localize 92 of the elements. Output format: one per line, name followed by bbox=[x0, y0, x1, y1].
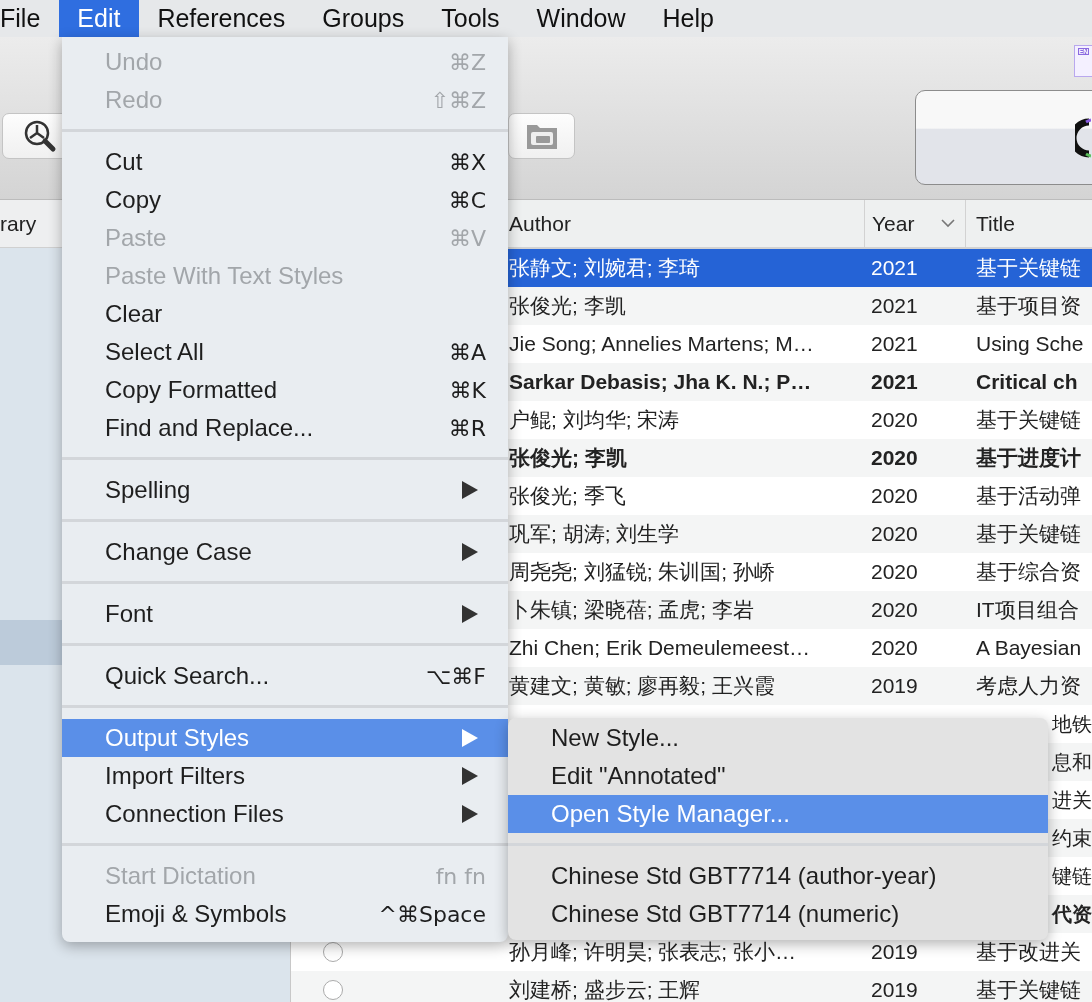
table-cell: Zhi Chen; Erik Demeulemeest… bbox=[509, 636, 811, 659]
menu-title[interactable]: Help bbox=[644, 0, 733, 37]
table-cell: A Bayesian bbox=[976, 636, 1082, 659]
table-cell: 基于活动弹 bbox=[976, 484, 1081, 507]
table-cell: Critical ch bbox=[976, 370, 1078, 393]
table-cell: Using Sche bbox=[976, 332, 1084, 355]
folder-button[interactable] bbox=[508, 113, 575, 159]
table-cell: 2019 bbox=[871, 674, 918, 697]
chevron-down-icon bbox=[941, 219, 955, 228]
shortcut-label: ⌘R bbox=[448, 415, 486, 441]
table-cell: 代资 bbox=[1052, 902, 1092, 925]
ring-icon bbox=[1075, 117, 1091, 158]
menu-title[interactable]: References bbox=[138, 0, 304, 37]
table-cell: 进关 bbox=[1052, 788, 1092, 811]
submenu-arrow-icon bbox=[462, 605, 478, 623]
table-cell: 2021 bbox=[871, 256, 918, 279]
shortcut-label: ⇧⌘Z bbox=[430, 87, 486, 113]
shortcut-label: ⌘A bbox=[448, 339, 486, 365]
table-cell: 地铁 bbox=[1052, 712, 1092, 735]
table-cell: 孙月峰; 许明昊; 张表志; 张小… bbox=[509, 940, 796, 963]
table-cell: 基于改进关 bbox=[976, 940, 1081, 963]
table-cell: 卜朱镇; 梁晓蓓; 孟虎; 李岩 bbox=[509, 598, 754, 621]
menu-item[interactable]: New Style... bbox=[508, 719, 1048, 757]
submenu-arrow-icon bbox=[462, 767, 478, 785]
table-cell: 2020 bbox=[871, 560, 918, 583]
menu-item[interactable]: Import Filters bbox=[62, 757, 508, 795]
shortcut-label: ⌘V bbox=[448, 225, 486, 251]
menu-item[interactable]: Edit "Annotated" bbox=[508, 757, 1048, 795]
table-cell: 2021 bbox=[871, 332, 918, 355]
menu-title[interactable]: Tools bbox=[422, 0, 519, 37]
table-cell: 考虑人力资 bbox=[976, 674, 1081, 697]
table-cell: Jie Song; Annelies Martens; M… bbox=[509, 332, 814, 355]
table-cell: 基于综合资 bbox=[976, 560, 1081, 583]
menu-title[interactable]: Groups bbox=[303, 0, 423, 37]
sidebar-title: rary bbox=[0, 211, 37, 236]
table-cell: 巩军; 胡涛; 刘生学 bbox=[509, 522, 680, 545]
table-cell: 刘建桥; 盛步云; 王辉 bbox=[509, 978, 701, 1001]
table-cell: 黄建文; 黄敏; 廖再毅; 王兴霞 bbox=[509, 674, 775, 697]
table-cell: 键链 bbox=[1052, 864, 1092, 887]
menu-title[interactable]: File bbox=[0, 0, 59, 37]
toolbar-button[interactable] bbox=[915, 90, 1092, 185]
table-cell: 基于关键链 bbox=[976, 256, 1081, 279]
table-cell: 2019 bbox=[871, 978, 918, 1001]
menu-title[interactable]: Window bbox=[518, 0, 645, 37]
table-cell: 基于关键链 bbox=[976, 978, 1081, 1001]
menu-item[interactable]: Emoji & Symbols ^⌘Space bbox=[62, 895, 508, 933]
menu-item[interactable]: Chinese Std GBT7714 (numeric) bbox=[508, 895, 1048, 933]
table-cell: 基于项目资 bbox=[976, 294, 1081, 317]
magnifier-icon bbox=[23, 119, 57, 153]
table-cell: 张俊光; 李凯 bbox=[509, 446, 627, 469]
read-status-icon[interactable] bbox=[323, 980, 343, 1000]
table-cell: 2020 bbox=[871, 636, 918, 659]
submenu-arrow-icon bbox=[462, 805, 478, 823]
menu-item[interactable]: Copy ⌘C bbox=[62, 181, 508, 219]
table-row[interactable]: 刘建桥; 盛步云; 王辉 2019 基于关键链 bbox=[291, 971, 1092, 1002]
table-cell: 周尧尧; 刘猛锐; 朱训国; 孙峤 bbox=[509, 560, 775, 583]
table-cell: IT项目组合 bbox=[976, 598, 1079, 621]
menu-item[interactable]: Cut ⌘X bbox=[62, 143, 508, 181]
shortcut-label: ⌘Z bbox=[448, 49, 486, 75]
menu-title[interactable]: Edit bbox=[58, 0, 139, 37]
submenu-arrow-icon bbox=[462, 729, 478, 747]
shortcut-label: ⌘K bbox=[449, 377, 486, 403]
table-cell: 2021 bbox=[871, 294, 918, 317]
shortcut-label: ⌘C bbox=[448, 187, 486, 213]
menu-item[interactable]: Chinese Std GBT7714 (author-year) bbox=[508, 857, 1048, 895]
column-label: Year bbox=[872, 211, 915, 236]
table-cell: 2020 bbox=[871, 446, 918, 469]
table-cell: 张俊光; 李凯 bbox=[509, 294, 626, 317]
read-status-icon[interactable] bbox=[323, 942, 343, 962]
shortcut-label: ^⌘Space bbox=[378, 901, 486, 927]
table-cell: 2019 bbox=[871, 940, 918, 963]
table-cell: 息和 bbox=[1052, 750, 1092, 773]
table-cell: 2020 bbox=[871, 598, 918, 621]
submenu-arrow-icon bbox=[462, 481, 478, 499]
shortcut-label: fn fn bbox=[435, 863, 486, 889]
table-cell: 2020 bbox=[871, 522, 918, 545]
shortcut-label: ⌘X bbox=[448, 149, 486, 175]
menu-item[interactable]: Connection Files bbox=[62, 795, 508, 833]
table-cell: 户鲲; 刘均华; 宋涛 bbox=[509, 408, 680, 431]
column-header[interactable]: Title bbox=[966, 200, 1092, 247]
table-cell: 张俊光; 季飞 bbox=[509, 484, 626, 507]
table-cell: Sarkar Debasis; Jha K. N.; P… bbox=[509, 370, 812, 393]
table-cell: 2020 bbox=[871, 484, 918, 507]
table-cell: 基于关键链 bbox=[976, 522, 1081, 545]
table-cell: 基于关键链 bbox=[976, 408, 1081, 431]
table-cell: 2021 bbox=[871, 370, 918, 393]
submenu-arrow-icon bbox=[462, 543, 478, 561]
table-cell: 张静文; 刘婉君; 李琦 bbox=[509, 256, 701, 279]
table-cell: 2020 bbox=[871, 408, 918, 431]
column-header[interactable]: Year bbox=[864, 200, 966, 247]
table-cell: 基于进度计 bbox=[976, 446, 1081, 469]
table-cell: 约束 bbox=[1052, 826, 1092, 849]
